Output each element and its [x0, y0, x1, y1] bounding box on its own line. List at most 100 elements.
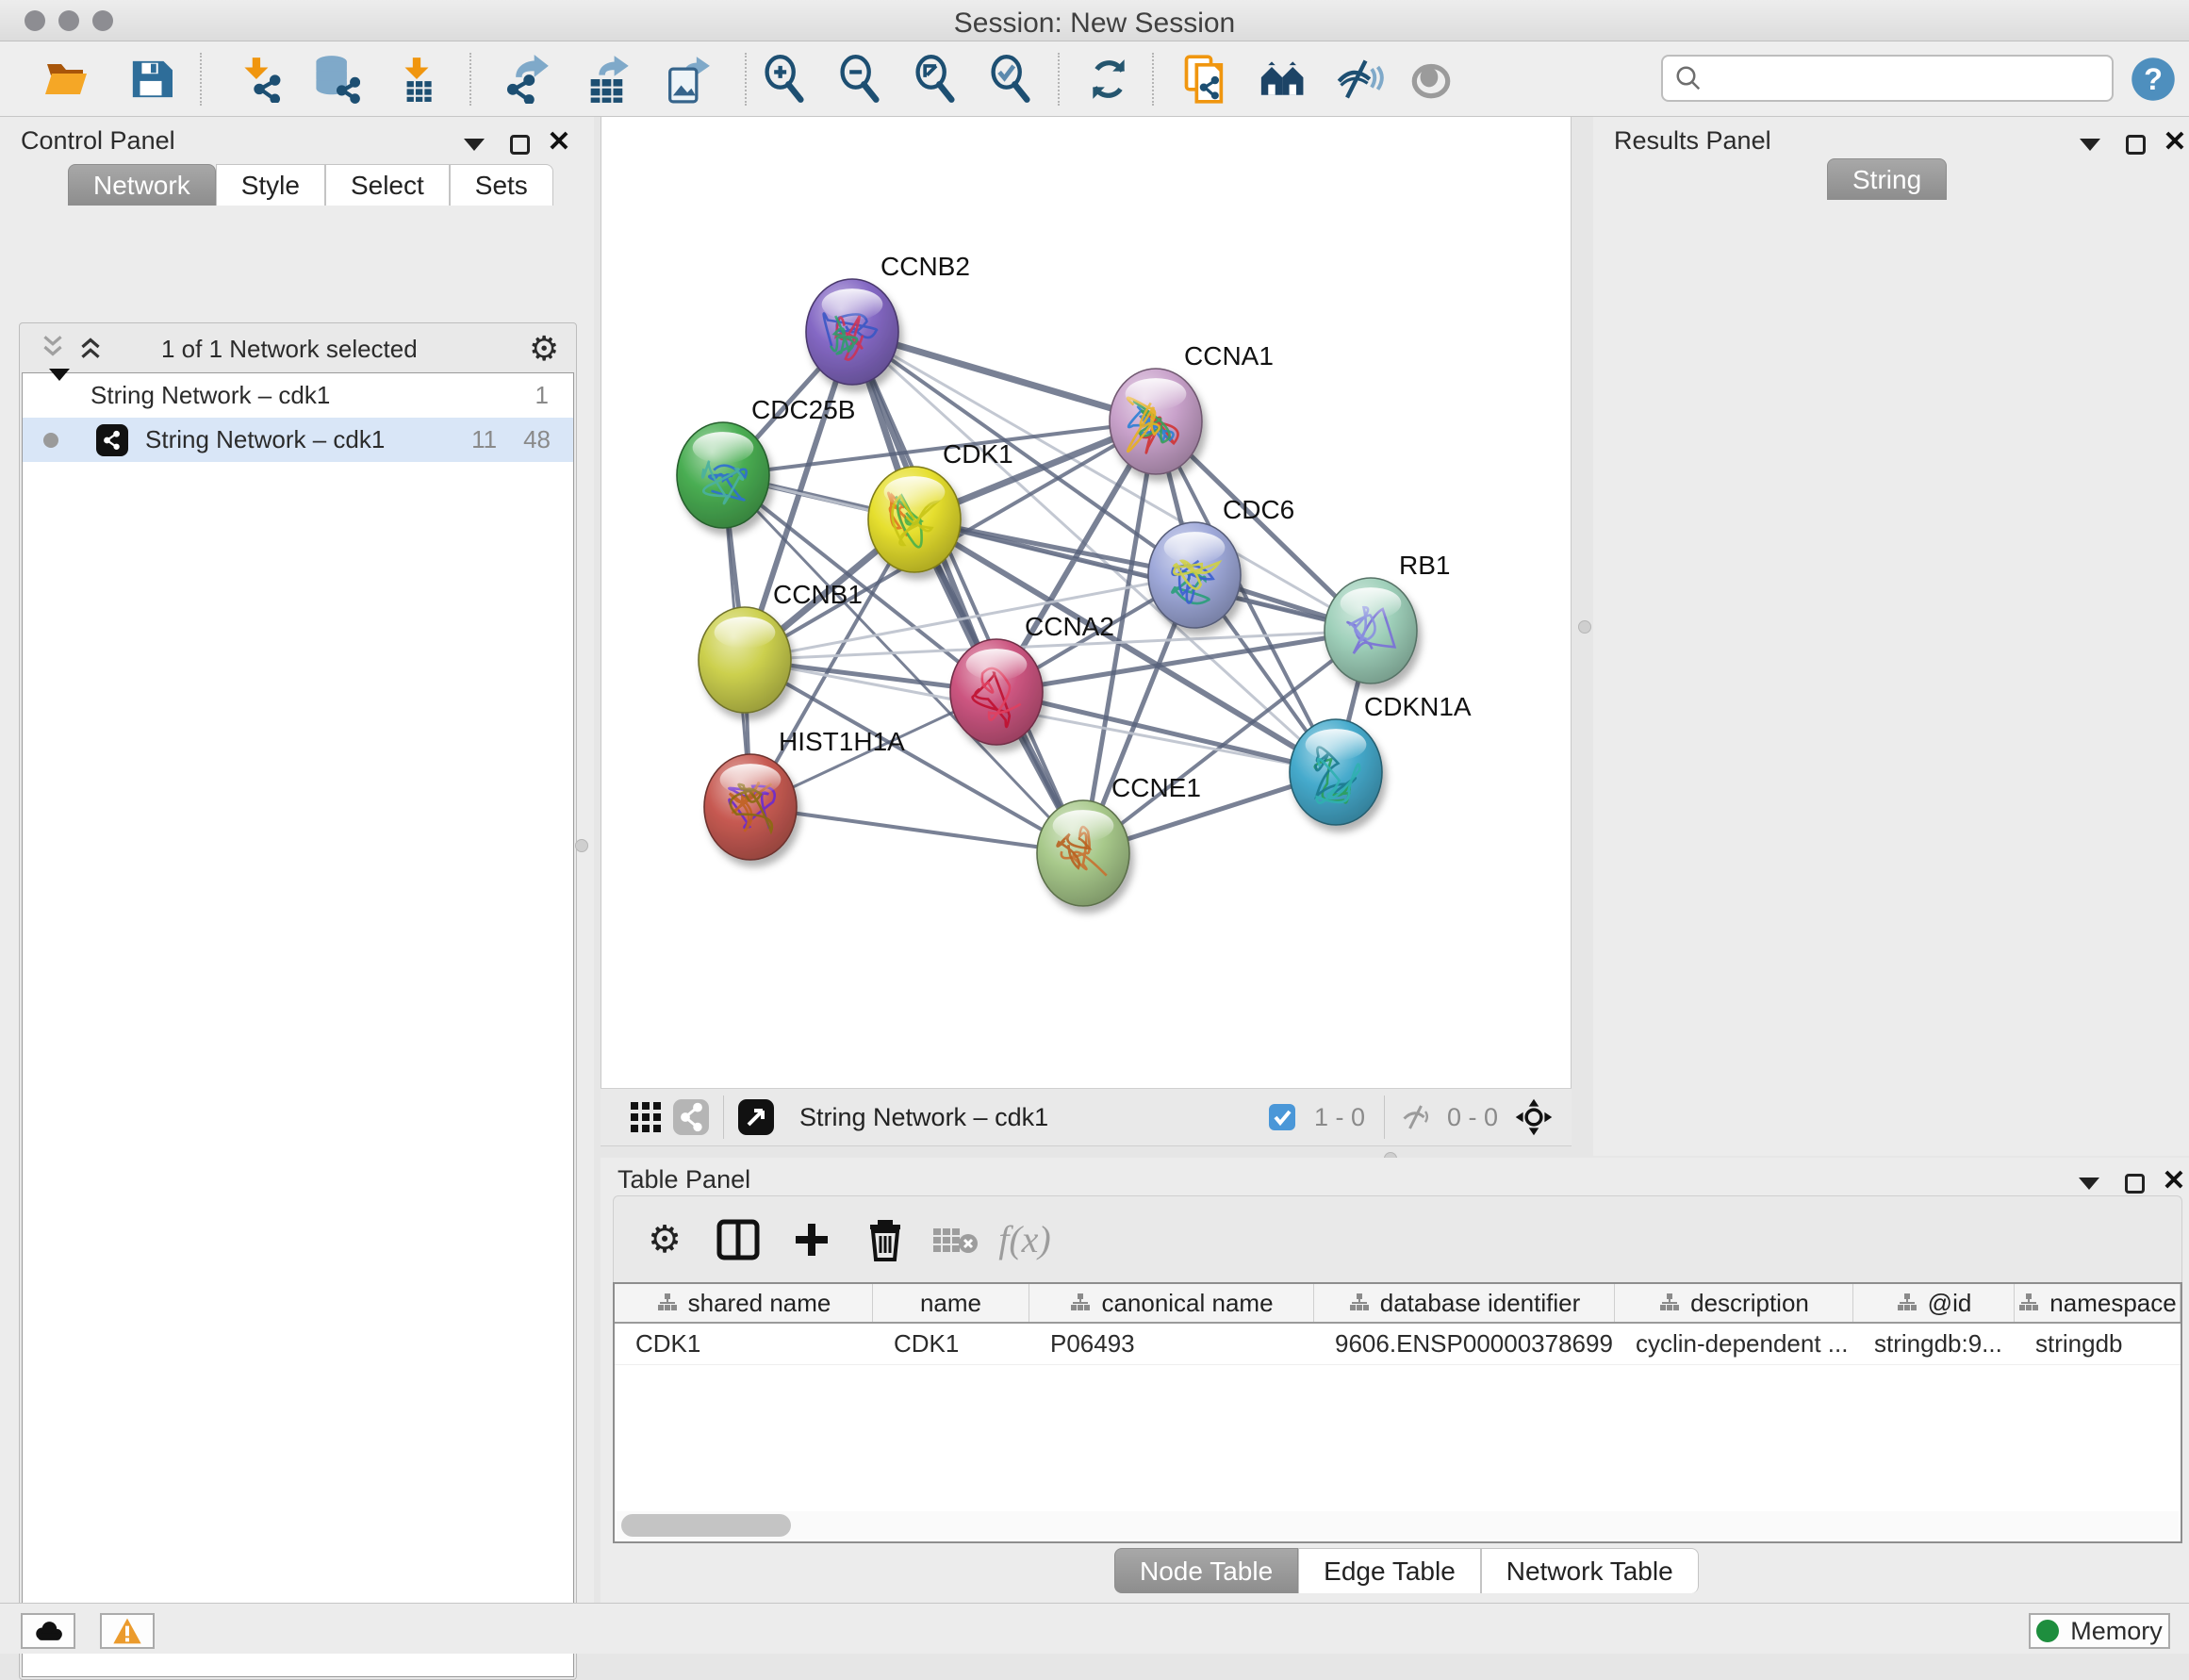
table-header-row: shared name name canonical name database…: [615, 1284, 2181, 1324]
table-settings-gear-icon[interactable]: ⚙: [634, 1213, 695, 1266]
show-columns-icon[interactable]: [708, 1213, 768, 1266]
close-panel-icon[interactable]: ✕: [2159, 126, 2189, 158]
zoom-selected-icon[interactable]: [986, 55, 1035, 104]
left-splitter-handle[interactable]: [575, 839, 588, 852]
tab-node-table[interactable]: Node Table: [1114, 1548, 1298, 1593]
tab-network[interactable]: Network: [68, 164, 216, 206]
grid-view-icon[interactable]: [623, 1095, 668, 1140]
create-column-icon[interactable]: [782, 1213, 842, 1266]
apply-layout-icon[interactable]: [1084, 55, 1133, 104]
cell-namespace[interactable]: stringdb: [2015, 1324, 2181, 1364]
open-view-in-window-icon[interactable]: [733, 1095, 779, 1140]
search-input[interactable]: [1703, 64, 2100, 93]
tab-style[interactable]: Style: [216, 164, 325, 206]
table-row[interactable]: CDK1 CDK1 P06493 9606.ENSP00000378699 cy…: [615, 1324, 2181, 1365]
right-splitter-handle[interactable]: [1578, 620, 1591, 634]
column-header[interactable]: name: [873, 1284, 1029, 1322]
network-options-gear-icon[interactable]: ⚙: [529, 329, 559, 369]
main-toolbar: ?: [0, 41, 2189, 117]
protein-node-cdk1[interactable]: CDK1: [868, 439, 1013, 572]
cloud-status-button[interactable]: [21, 1613, 75, 1649]
warnings-button[interactable]: [100, 1613, 155, 1649]
close-panel-icon[interactable]: ✕: [543, 126, 575, 158]
column-header[interactable]: canonical name: [1029, 1284, 1314, 1322]
import-network-database-icon[interactable]: [311, 55, 360, 104]
export-table-icon[interactable]: [583, 55, 632, 104]
node-label: CDC25B: [751, 395, 855, 424]
maximize-panel-icon[interactable]: [2119, 128, 2151, 160]
cell-shared-name[interactable]: CDK1: [615, 1324, 873, 1364]
column-header[interactable]: description: [1615, 1284, 1853, 1322]
network-selected-summary: 1 of 1 Network selected: [161, 335, 418, 364]
cell-id[interactable]: stringdb:9...: [1853, 1324, 2015, 1364]
selected-checkbox-icon[interactable]: [1259, 1095, 1305, 1140]
column-type-icon: [1069, 1292, 1092, 1314]
protein-node-hist1h1a[interactable]: HIST1H1A: [704, 727, 905, 860]
hide-unselected-icon[interactable]: [1335, 55, 1384, 104]
toolbar-separator: [200, 53, 202, 106]
tab-sets[interactable]: Sets: [450, 164, 553, 206]
tab-edge-table[interactable]: Edge Table: [1298, 1548, 1481, 1593]
export-network-icon[interactable]: [502, 55, 551, 104]
float-panel-icon[interactable]: [2074, 128, 2106, 160]
network-collection-row[interactable]: String Network – cdk1 1: [23, 373, 573, 418]
delete-column-icon[interactable]: [855, 1213, 915, 1266]
grayscale-eye-icon[interactable]: [1407, 55, 1456, 104]
cell-name[interactable]: CDK1: [873, 1324, 1029, 1364]
table-horizontal-scrollbar[interactable]: [617, 1511, 2179, 1540]
network-graph[interactable]: CCNB2CCNA1CDC25BCDK1CDC6RB1CCNB1CCNA2CDK…: [601, 117, 1571, 1086]
network-label: String Network – cdk1: [145, 425, 385, 454]
control-panel: Control Panel ✕ NetworkStyleSelectSets 1…: [0, 117, 594, 1603]
current-network-name: String Network – cdk1: [799, 1103, 1048, 1132]
toolbar-separator: [469, 53, 471, 106]
column-header[interactable]: @id: [1853, 1284, 2015, 1322]
save-session-icon[interactable]: [126, 55, 175, 104]
column-header[interactable]: database identifier: [1314, 1284, 1615, 1322]
node-label: RB1: [1399, 551, 1450, 580]
float-panel-icon[interactable]: [458, 128, 490, 160]
protein-node-ccnb2[interactable]: CCNB2: [806, 252, 970, 385]
import-table-icon[interactable]: [392, 55, 441, 104]
table-scrollbar-thumb[interactable]: [621, 1514, 791, 1537]
cell-database-identifier[interactable]: 9606.ENSP00000378699: [1314, 1324, 1615, 1364]
expander-icon[interactable]: [49, 381, 70, 410]
protein-node-rb1[interactable]: RB1: [1325, 551, 1450, 684]
expand-all-networks-icon[interactable]: [74, 331, 107, 363]
network-view-icon[interactable]: [668, 1095, 714, 1140]
column-header[interactable]: shared name: [615, 1284, 873, 1322]
maximize-panel-icon[interactable]: [503, 128, 535, 160]
clone-network-icon[interactable]: [1180, 55, 1229, 104]
birdseye-view-icon[interactable]: [1511, 1095, 1556, 1140]
protein-node-ccna1[interactable]: CCNA1: [1110, 341, 1274, 474]
network-row[interactable]: String Network – cdk1 11 48: [23, 418, 573, 462]
collection-label: String Network – cdk1: [91, 381, 330, 410]
column-header[interactable]: namespace: [2015, 1284, 2181, 1322]
collapse-all-networks-icon[interactable]: [37, 331, 69, 363]
node-label: CDK1: [943, 439, 1013, 469]
string-protein-query-icon[interactable]: [1259, 55, 1308, 104]
help-icon[interactable]: ?: [2129, 55, 2178, 104]
zoom-in-icon[interactable]: [760, 55, 809, 104]
cell-description[interactable]: cyclin-dependent ...: [1615, 1324, 1853, 1364]
protein-node-cdkn1a[interactable]: CDKN1A: [1290, 692, 1472, 825]
search-field[interactable]: [1661, 55, 2114, 102]
tab-string[interactable]: String: [1827, 158, 1947, 200]
hidden-eye-icon[interactable]: [1394, 1095, 1440, 1140]
close-panel-icon[interactable]: ✕: [2158, 1165, 2189, 1197]
float-panel-icon[interactable]: [2073, 1167, 2105, 1199]
protein-node-ccnb1[interactable]: CCNB1: [699, 580, 863, 713]
maximize-panel-icon[interactable]: [2118, 1167, 2150, 1199]
memory-button[interactable]: Memory: [2029, 1613, 2170, 1649]
cell-canonical-name[interactable]: P06493: [1029, 1324, 1314, 1364]
open-session-icon[interactable]: [41, 55, 91, 104]
tab-network-table[interactable]: Network Table: [1481, 1548, 1699, 1593]
network-canvas[interactable]: CCNB2CCNA1CDC25BCDK1CDC6RB1CCNB1CCNA2CDK…: [601, 117, 1572, 1088]
protein-node-ccne1[interactable]: CCNE1: [1037, 773, 1201, 906]
import-network-file-icon[interactable]: [234, 55, 283, 104]
export-image-icon[interactable]: [662, 55, 711, 104]
zoom-out-icon[interactable]: [835, 55, 884, 104]
table-panel-title: Table Panel: [617, 1165, 750, 1194]
tab-select[interactable]: Select: [325, 164, 450, 206]
warning-icon: [112, 1617, 142, 1645]
zoom-fit-icon[interactable]: [911, 55, 960, 104]
